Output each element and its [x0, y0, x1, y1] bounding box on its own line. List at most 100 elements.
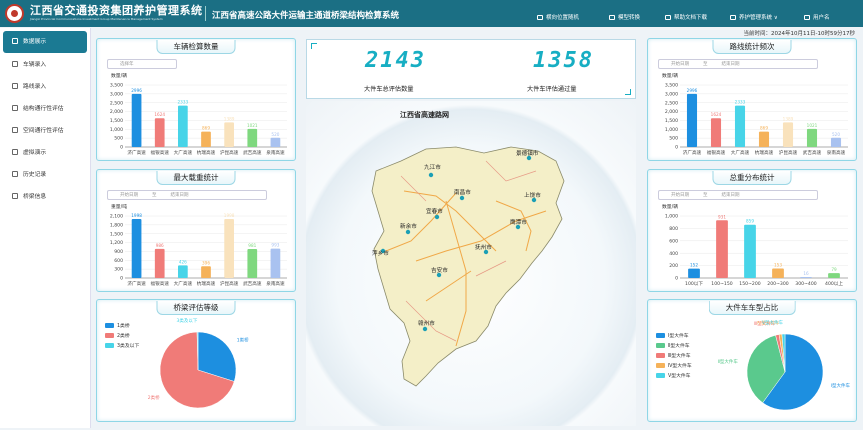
bar	[716, 220, 728, 278]
help-icon	[665, 15, 671, 20]
bar	[247, 128, 258, 147]
y-tick-label: 200	[669, 263, 678, 269]
x-tick-label: 大广高速	[731, 149, 750, 156]
year-picker[interactable]: 选择年	[107, 59, 177, 69]
bar	[177, 265, 188, 278]
nav-maintenance-system[interactable]: 养护管理系统 ∨	[730, 13, 778, 21]
y-tick-label: 2,000	[110, 109, 123, 115]
sidebar-item-bridge-info[interactable]: 桥梁信息	[0, 186, 90, 208]
bar	[800, 277, 812, 278]
data-label: 2996	[687, 88, 698, 93]
city-label-ganzhou: 赣州市	[418, 319, 435, 327]
top-header: 江西省交通投资集团养护管理系统 Jiangxi Provincial Commu…	[0, 0, 863, 27]
bar	[734, 105, 746, 147]
panel-title: 车辆检算数量	[156, 40, 236, 54]
x-tick-label: 济广高速	[683, 149, 702, 156]
bridge-pie-chart: 1类桥 2类桥 3类及以下	[148, 317, 249, 409]
panel-bridge-grade: 桥梁评估等级 1类桥 2类桥 3类及以下 1类桥 2类桥 3类及以下	[96, 299, 296, 422]
data-label: 79	[831, 267, 837, 272]
date-range-picker[interactable]: 开始日期至结束日期	[107, 190, 267, 200]
info-icon	[12, 193, 18, 199]
y-tick-label: 0	[120, 276, 123, 282]
data-label: 1998	[131, 213, 142, 218]
date-range-picker[interactable]: 开始日期至结束日期	[658, 59, 818, 69]
nav-help-download[interactable]: 帮助文档下载	[665, 13, 707, 21]
sidebar-item-vehicle-entry[interactable]: 车辆录入	[0, 54, 90, 76]
system-icon	[730, 15, 736, 20]
axis-unit: 数量/辆	[111, 74, 128, 79]
y-tick-label: 800	[669, 226, 678, 232]
y-tick-label: 1,200	[110, 240, 123, 246]
y-tick-label: 600	[669, 238, 678, 244]
sidebar-item-data-display[interactable]: 数据展示	[3, 31, 87, 53]
panel-title: 最大载重统计	[156, 171, 236, 185]
data-label: 2996	[131, 88, 142, 93]
data-label: 1389	[224, 116, 235, 121]
sidebar-item-structure-eval[interactable]: 结构通行性评估	[0, 98, 90, 120]
sidebar-item-space-eval[interactable]: 空间通行性评估	[0, 120, 90, 142]
bar	[177, 105, 188, 147]
model-icon	[609, 15, 615, 20]
city-label-pingxiang: 萍乡市	[372, 249, 389, 257]
y-tick-label: 2,500	[665, 100, 678, 106]
org-name: 江西省交通投资集团养护管理系统	[30, 4, 203, 17]
y-tick-label: 1,000	[665, 127, 678, 133]
data-label: 396	[202, 260, 210, 265]
y-tick-label: 2,000	[665, 109, 678, 115]
total-vehicles-number: 2143	[365, 48, 426, 73]
sidebar: 数据展示 车辆录入 路线录入 结构通行性评估 空间通行性评估 虚拟演示 历史记录…	[0, 28, 91, 428]
bar	[688, 268, 700, 278]
data-label: 986	[156, 243, 164, 248]
data-label: 1624	[154, 112, 165, 117]
date-range-picker[interactable]: 开始日期至结束日期	[658, 190, 818, 200]
city-marker-nanchang	[459, 195, 465, 201]
y-tick-label: 3,000	[665, 91, 678, 97]
sidebar-item-history[interactable]: 历史记录	[0, 164, 90, 186]
data-label: 1021	[247, 123, 258, 128]
data-label: 152	[690, 263, 698, 268]
axis-unit: 数量/辆	[662, 205, 679, 210]
sidebar-item-route-entry[interactable]: 路线录入	[0, 76, 90, 98]
data-label: 2333	[735, 100, 746, 105]
data-label: 869	[202, 126, 210, 131]
panel-vehicle-count: 车辆检算数量 选择年 数量/辆 0 500 1,000 1,500 2,000 2,500…	[96, 38, 296, 161]
slice-label: 2类桥	[148, 394, 160, 401]
data-label: 2333	[178, 100, 189, 105]
space-icon	[12, 127, 18, 133]
org-name-en: Jiangxi Provincial Communications Invest…	[30, 17, 163, 21]
y-tick-label: 3,500	[665, 83, 678, 89]
x-tick-label: 福银高速	[151, 149, 170, 156]
route-bar-chart: 0 500 1,000 1,500 2,000 2,500 3,000 3,500 2996 济广…	[665, 83, 848, 156]
current-time: 当前时间：2024年10月11日-10时59分17秒	[743, 31, 855, 37]
city-label-shangrao: 上饶市	[524, 191, 541, 199]
city-marker-xinyu	[405, 229, 411, 235]
y-tick-label: 2,100	[110, 214, 123, 220]
data-label: 869	[760, 126, 768, 131]
panel-max-load: 最大载重统计 开始日期至结束日期 重量/吨 0 300 600 900 1,200 1,5…	[96, 169, 296, 292]
bar	[131, 93, 142, 147]
y-tick-label: 1,800	[110, 222, 123, 228]
y-tick-label: 3,500	[110, 83, 123, 89]
passed-number: 1358	[533, 48, 594, 73]
slice-label: Ⅴ型大件车	[762, 319, 784, 326]
nav-lateral-position[interactable]: 横向位置随机	[537, 13, 579, 21]
nav-model-convert[interactable]: 模型转换	[609, 13, 640, 21]
bar	[224, 122, 235, 147]
bar	[201, 266, 211, 278]
bar	[782, 122, 794, 147]
header-divider	[205, 6, 206, 21]
city-label-jingdezhen: 景德镇市	[516, 149, 539, 157]
nav-user[interactable]: 用户名	[804, 13, 830, 21]
data-label: 153	[774, 263, 782, 268]
x-tick-label: 泉南高速	[266, 149, 285, 156]
axis-unit: 数量/辆	[662, 74, 679, 79]
y-tick-label: 500	[114, 136, 123, 142]
data-label: 520	[271, 132, 279, 137]
x-tick-label: 300~400	[795, 281, 816, 287]
sidebar-item-virtual-demo[interactable]: 虚拟演示	[0, 142, 90, 164]
bar	[686, 93, 698, 147]
history-icon	[12, 171, 18, 177]
total-vehicles-label: 大件车总评估数量	[364, 86, 414, 93]
truck-icon	[12, 61, 18, 67]
bar	[830, 137, 842, 147]
